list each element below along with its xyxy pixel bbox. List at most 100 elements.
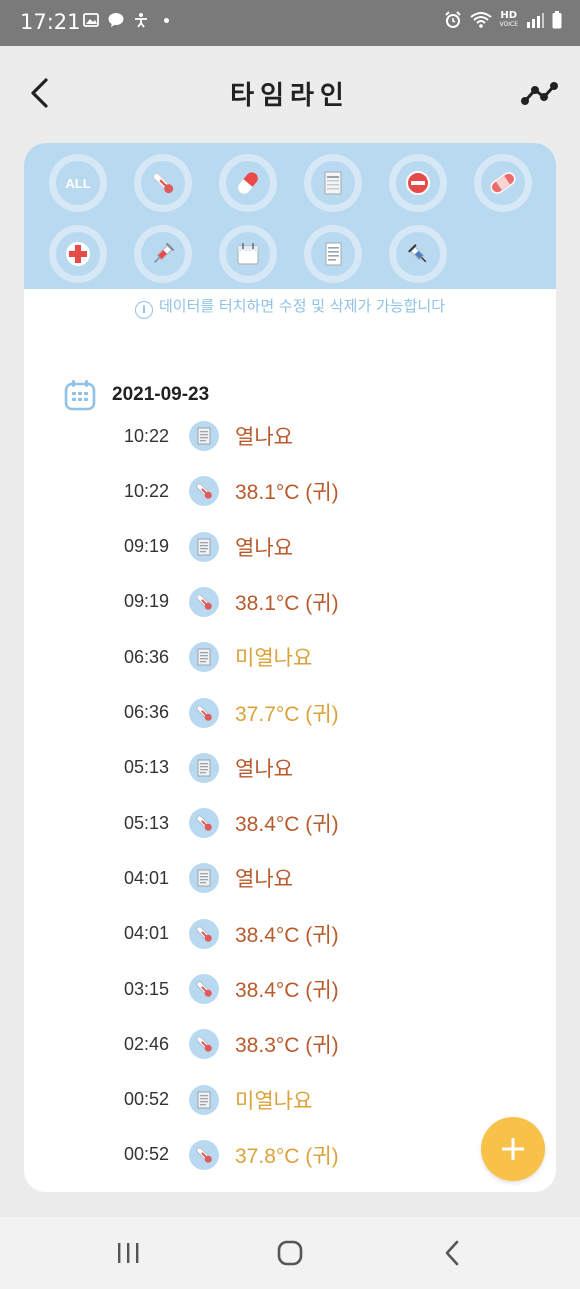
- entry-value: 미열나요: [235, 647, 313, 671]
- entry-thermometer-badge: [189, 697, 219, 728]
- notification-dot-icon: [164, 17, 169, 23]
- entry-time: 04:01: [124, 923, 170, 944]
- filter-injection-button[interactable]: [389, 225, 447, 283]
- entry-value: 38.4°C (귀): [235, 813, 339, 837]
- status-bar: 17:21 HD VOICE: [0, 0, 580, 46]
- document-icon: [197, 869, 211, 887]
- nav-back-button[interactable]: [437, 1239, 469, 1267]
- filter-bandage-button[interactable]: [474, 154, 532, 212]
- entry-time: 00:52: [124, 1144, 170, 1165]
- timeline-entry[interactable]: 06:36 미열나요: [124, 640, 544, 674]
- entry-value: 열나요: [235, 426, 293, 449]
- status-time: 17:21: [20, 10, 81, 34]
- filter-stop-button[interactable]: [389, 154, 447, 212]
- timeline-entry[interactable]: 05:13 38.4°C (귀): [124, 806, 544, 840]
- timeline-entry[interactable]: 10:22 열나요: [124, 419, 544, 453]
- entry-note-badge: [189, 642, 219, 673]
- timeline-entry[interactable]: 09:19 열나요: [124, 530, 544, 564]
- entry-time: 03:15: [124, 978, 170, 999]
- entry-note-badge: [189, 421, 219, 451]
- home-button[interactable]: [274, 1239, 306, 1267]
- entry-value: 37.7°C (귀): [235, 702, 339, 726]
- battery-icon: [552, 11, 562, 29]
- entry-note-badge: [189, 1084, 219, 1115]
- document-icon: [197, 427, 211, 445]
- timeline-entry[interactable]: 06:36 37.7°C (귀): [124, 696, 544, 730]
- filter-all-button[interactable]: ALL: [49, 154, 107, 212]
- memo-icon: [325, 242, 342, 266]
- accessibility-icon: [135, 13, 147, 28]
- thermometer-icon: [196, 926, 212, 942]
- hint-text: 데이터를 터치하면 수정 및 삭제가 가능합니다: [158, 297, 446, 315]
- alarm-icon: [444, 11, 461, 28]
- graph-view-button[interactable]: [520, 80, 560, 108]
- add-record-button[interactable]: [481, 1117, 545, 1181]
- entry-note-badge: [189, 863, 219, 894]
- entry-value: 38.1°C (귀): [235, 591, 339, 615]
- timeline-entry[interactable]: 10:22 38.1°C (귀): [124, 474, 544, 508]
- entry-value: 미열나요: [235, 1089, 313, 1113]
- entry-thermometer-badge: [189, 476, 219, 507]
- document-icon: [197, 759, 211, 777]
- timeline-card: ALL i 데이터를 터치하면 수정 및 삭제가 가능합니다 2021-09-2…: [24, 143, 556, 1192]
- filter-temperature-button[interactable]: [134, 154, 192, 212]
- entry-thermometer-badge: [189, 1139, 219, 1170]
- network-sub-label: VOICE: [499, 21, 518, 28]
- document-icon: [324, 171, 342, 195]
- entry-value: 38.4°C (귀): [235, 923, 339, 947]
- entry-time: 00:52: [124, 1089, 170, 1110]
- entry-value: 38.4°C (귀): [235, 979, 339, 1002]
- app-bar: 타임라인: [0, 46, 580, 142]
- entry-note-badge: [189, 752, 219, 783]
- page-title: 타임라인: [230, 81, 350, 111]
- entry-time: 09:19: [124, 536, 170, 557]
- entry-thermometer-badge: [189, 1029, 219, 1060]
- pill-icon: [238, 172, 258, 194]
- talk-icon: [108, 13, 124, 27]
- filter-medicine-button[interactable]: [219, 154, 277, 212]
- timeline-entry[interactable]: 03:15 38.4°C (귀): [124, 972, 544, 1006]
- entry-note-badge: [189, 531, 219, 562]
- calendar-icon: [237, 243, 259, 265]
- all-icon: ALL: [65, 175, 91, 191]
- recent-apps-button[interactable]: [112, 1239, 144, 1267]
- info-icon: i: [134, 301, 153, 319]
- entry-value: 열나요: [235, 536, 293, 560]
- timeline-entry[interactable]: 00:52 미열나요: [124, 1083, 544, 1117]
- entry-time: 10:22: [124, 425, 170, 446]
- document-icon: [197, 538, 211, 556]
- wifi-icon: [469, 12, 492, 28]
- entry-value: 37.8°C (귀): [235, 1144, 339, 1168]
- filter-hospital-button[interactable]: [49, 225, 107, 283]
- syringe-icon: [154, 242, 175, 263]
- entry-thermometer-badge: [189, 586, 219, 617]
- entry-value: 38.3°C (귀): [235, 1034, 339, 1058]
- calendar-icon: [64, 380, 96, 411]
- timeline-entry[interactable]: 02:46 38.3°C (귀): [124, 1027, 544, 1061]
- timeline-entry[interactable]: 05:13 열나요: [124, 751, 544, 785]
- filter-vaccine-button[interactable]: [134, 225, 192, 283]
- entry-time: 09:19: [124, 591, 170, 612]
- timeline-entry[interactable]: 09:19 38.1°C (귀): [124, 585, 544, 619]
- thermometer-icon: [196, 1036, 212, 1053]
- document-icon: [197, 1091, 211, 1109]
- timeline-entry[interactable]: 04:01 열나요: [124, 861, 544, 895]
- no-entry-icon: [406, 171, 430, 195]
- filter-note-button[interactable]: [304, 154, 362, 212]
- entry-thermometer-badge: [189, 974, 219, 1004]
- entry-value: 열나요: [235, 868, 293, 892]
- thermometer-icon: [196, 1147, 212, 1163]
- injection-icon: [408, 244, 427, 263]
- filter-memo-button[interactable]: [304, 225, 362, 283]
- thermometer-icon: [153, 173, 174, 194]
- timeline-entry[interactable]: 04:01 38.4°C (귀): [124, 917, 544, 951]
- document-icon: [197, 648, 211, 666]
- thermometer-icon: [196, 483, 212, 500]
- thermometer-icon: [196, 594, 212, 610]
- filter-calendar-button[interactable]: [219, 225, 277, 283]
- entry-value: 열나요: [235, 757, 293, 781]
- entry-time: 06:36: [124, 646, 170, 667]
- thermometer-icon: [196, 705, 212, 721]
- bandage-icon: [490, 172, 516, 194]
- entry-time: 04:01: [124, 867, 170, 888]
